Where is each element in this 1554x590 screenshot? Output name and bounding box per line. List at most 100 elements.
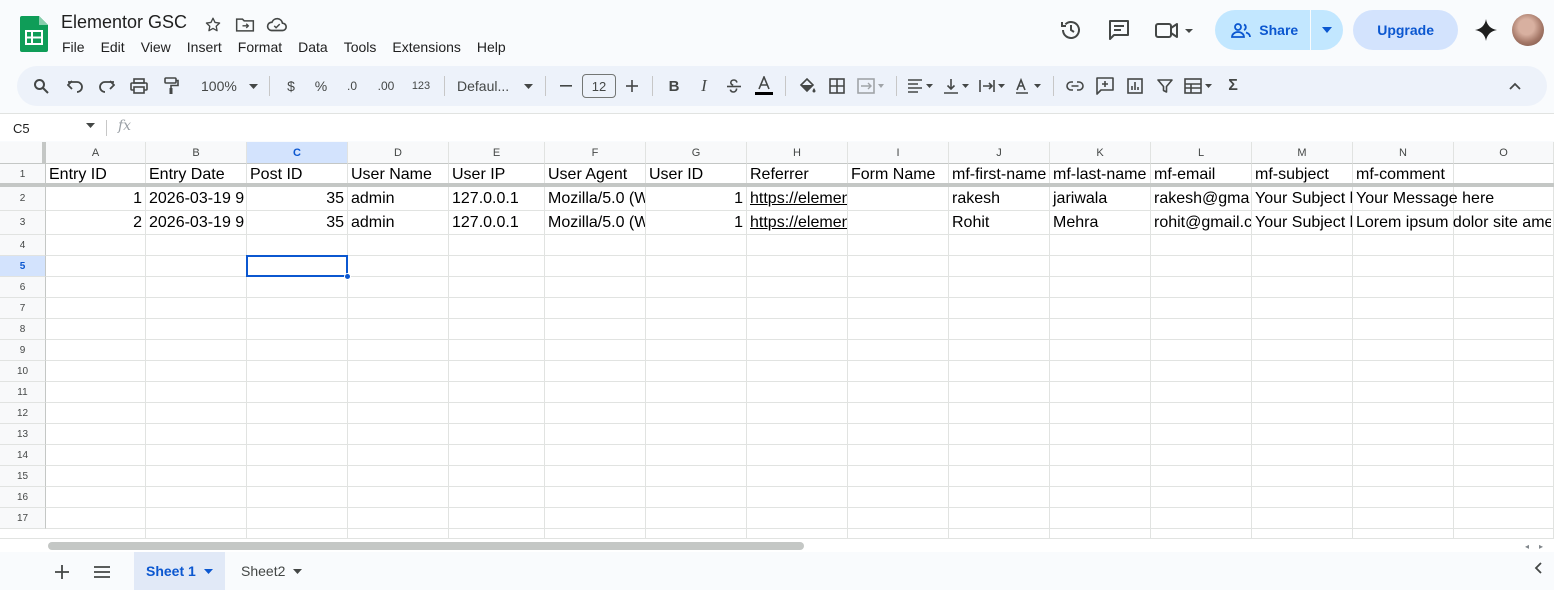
row-header-13[interactable]: 13 bbox=[0, 424, 46, 445]
insert-chart-icon[interactable] bbox=[1120, 72, 1150, 100]
data-cell[interactable]: Your Subject l bbox=[1252, 213, 1352, 233]
data-cell[interactable]: 127.0.0.1 bbox=[449, 213, 544, 233]
column-header-c[interactable]: C bbox=[247, 142, 348, 164]
data-cell[interactable]: Mozilla/5.0 (W bbox=[545, 213, 645, 233]
share-button[interactable]: Share bbox=[1215, 10, 1312, 50]
data-cell[interactable]: Your Subject l bbox=[1252, 189, 1352, 209]
explore-collapse-icon[interactable] bbox=[1534, 561, 1542, 579]
spreadsheet-grid[interactable]: A B C D E F G H I J K L M N O 1 2 3 4 5 6 7 8 9 10 11 12 13 14 15 16 17… bbox=[0, 142, 1554, 538]
header-cell[interactable]: Post ID bbox=[247, 165, 347, 185]
data-cell[interactable]: jariwala bbox=[1050, 189, 1150, 209]
decrease-font-size-icon[interactable] bbox=[552, 72, 580, 100]
row-header-8[interactable]: 8 bbox=[0, 319, 46, 340]
data-cell[interactable]: Rohit bbox=[949, 213, 1049, 233]
fill-color-icon[interactable] bbox=[792, 72, 822, 100]
column-header-l[interactable]: L bbox=[1151, 142, 1252, 164]
header-cell[interactable]: User IP bbox=[449, 165, 544, 185]
data-cell[interactable]: 1 bbox=[646, 213, 746, 233]
merge-cells-icon[interactable] bbox=[852, 72, 890, 100]
header-cell[interactable]: mf-comment bbox=[1353, 165, 1453, 185]
text-color-icon[interactable] bbox=[749, 72, 779, 100]
data-cell[interactable]: https://elementor-gsc.com/m bbox=[747, 189, 847, 209]
data-cell[interactable]: 35 bbox=[247, 213, 347, 233]
column-header-g[interactable]: G bbox=[646, 142, 747, 164]
upgrade-button[interactable]: Upgrade bbox=[1353, 10, 1458, 50]
header-cell[interactable]: Referrer bbox=[747, 165, 847, 185]
chevron-down-icon[interactable] bbox=[86, 123, 95, 128]
header-cell[interactable]: mf-first-name bbox=[949, 165, 1049, 185]
collapse-toolbar-icon[interactable] bbox=[1501, 72, 1529, 100]
insert-link-icon[interactable] bbox=[1060, 72, 1090, 100]
filter-views-icon[interactable] bbox=[1180, 72, 1218, 100]
data-cell[interactable]: Lorem ipsum dolor site amet bbox=[1353, 213, 1551, 233]
scroll-right-icon[interactable]: ▸ bbox=[1536, 541, 1546, 551]
row-header-10[interactable]: 10 bbox=[0, 361, 46, 382]
horizontal-scrollbar[interactable]: ◂ ▸ bbox=[0, 538, 1554, 552]
formula-input[interactable] bbox=[145, 114, 1554, 142]
row-header-9[interactable]: 9 bbox=[0, 340, 46, 361]
increase-decimal-button[interactable]: .00 bbox=[368, 72, 404, 100]
scrollbar-thumb[interactable] bbox=[48, 542, 804, 550]
menu-data[interactable]: Data bbox=[290, 37, 336, 57]
percent-format-button[interactable]: % bbox=[306, 72, 336, 100]
column-header-b[interactable]: B bbox=[146, 142, 247, 164]
menu-help[interactable]: Help bbox=[469, 37, 514, 57]
header-cell[interactable]: mf-last-name bbox=[1050, 165, 1150, 185]
header-cell[interactable]: User ID bbox=[646, 165, 746, 185]
column-header-m[interactable]: M bbox=[1252, 142, 1353, 164]
sheet-tab-2[interactable]: Sheet2 bbox=[229, 552, 314, 590]
cloud-saved-icon[interactable] bbox=[266, 14, 288, 36]
column-header-d[interactable]: D bbox=[348, 142, 449, 164]
data-cell[interactable]: 1 bbox=[46, 189, 145, 209]
borders-icon[interactable] bbox=[822, 72, 852, 100]
fill-handle[interactable] bbox=[344, 273, 351, 280]
italic-icon[interactable]: I bbox=[689, 72, 719, 100]
row-header-7[interactable]: 7 bbox=[0, 298, 46, 319]
vertical-align-icon[interactable] bbox=[939, 72, 975, 100]
column-header-h[interactable]: H bbox=[747, 142, 848, 164]
horizontal-align-icon[interactable] bbox=[903, 72, 939, 100]
sheets-logo-icon[interactable] bbox=[20, 16, 48, 52]
comments-icon[interactable] bbox=[1099, 10, 1139, 50]
zoom-select[interactable]: 100% bbox=[193, 72, 263, 100]
column-header-e[interactable]: E bbox=[449, 142, 545, 164]
row-header-3[interactable]: 3 bbox=[0, 211, 46, 235]
header-cell[interactable]: Entry Date bbox=[146, 165, 246, 185]
column-header-n[interactable]: N bbox=[1353, 142, 1454, 164]
data-cell[interactable]: 1 bbox=[646, 189, 746, 209]
more-formats-button[interactable]: 123 bbox=[404, 72, 438, 100]
text-wrapping-icon[interactable] bbox=[975, 72, 1011, 100]
undo-icon[interactable] bbox=[61, 72, 89, 100]
document-title[interactable]: Elementor GSC bbox=[61, 12, 187, 33]
version-history-icon[interactable] bbox=[1051, 10, 1091, 50]
font-size-input[interactable]: 12 bbox=[582, 74, 616, 98]
row-header-16[interactable]: 16 bbox=[0, 487, 46, 508]
gemini-sparkle-icon[interactable] bbox=[1466, 10, 1506, 50]
data-cell[interactable]: Mehra bbox=[1050, 213, 1150, 233]
share-dropdown-icon[interactable] bbox=[1311, 10, 1343, 50]
data-cell[interactable]: rakesh@gma bbox=[1151, 189, 1251, 209]
column-header-f[interactable]: F bbox=[545, 142, 646, 164]
menu-extensions[interactable]: Extensions bbox=[384, 37, 468, 57]
scroll-left-icon[interactable]: ◂ bbox=[1522, 541, 1532, 551]
data-cell[interactable]: rakesh bbox=[949, 189, 1049, 209]
bold-icon[interactable]: B bbox=[659, 72, 689, 100]
paint-format-icon[interactable] bbox=[157, 72, 185, 100]
menu-tools[interactable]: Tools bbox=[336, 37, 385, 57]
font-family-select[interactable]: Defaul... bbox=[451, 72, 539, 100]
print-icon[interactable] bbox=[125, 72, 153, 100]
move-folder-icon[interactable] bbox=[234, 14, 256, 36]
menu-view[interactable]: View bbox=[133, 37, 179, 57]
header-cell[interactable]: User Agent bbox=[545, 165, 645, 185]
menu-format[interactable]: Format bbox=[230, 37, 290, 57]
data-cell[interactable]: 2026-03-19 9 bbox=[146, 189, 246, 209]
redo-icon[interactable] bbox=[93, 72, 121, 100]
meet-video-icon[interactable] bbox=[1149, 10, 1201, 50]
active-cell-selection[interactable] bbox=[246, 255, 348, 277]
header-cell[interactable]: Entry ID bbox=[46, 165, 145, 185]
header-cell[interactable]: mf-subject bbox=[1252, 165, 1352, 185]
decrease-decimal-button[interactable]: .0 bbox=[336, 72, 368, 100]
user-avatar[interactable] bbox=[1512, 14, 1544, 46]
filter-icon[interactable] bbox=[1150, 72, 1180, 100]
row-header-14[interactable]: 14 bbox=[0, 445, 46, 466]
